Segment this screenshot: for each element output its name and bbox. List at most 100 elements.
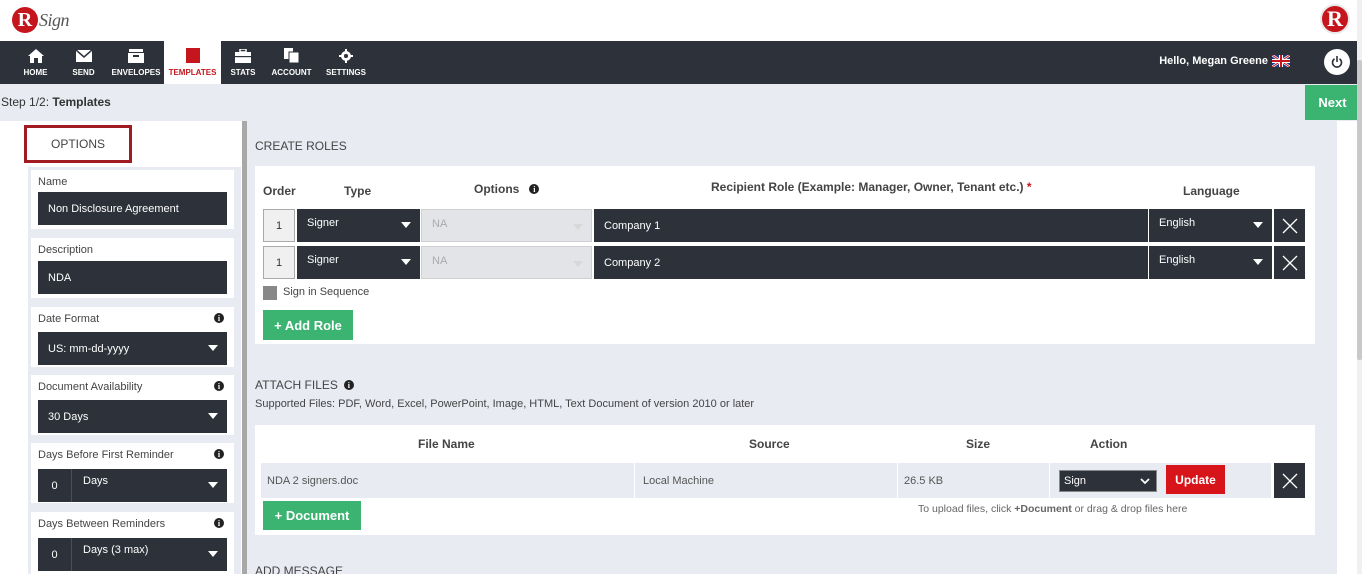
description-input[interactable]: NDA — [38, 261, 227, 294]
logout-power-icon[interactable] — [1324, 49, 1350, 75]
copy-icon — [284, 48, 299, 63]
first-reminder-unit: Days — [83, 475, 109, 487]
role-language-select[interactable]: English — [1149, 209, 1272, 242]
upload-hint: To upload files, click +Document or drag… — [918, 503, 1187, 515]
create-roles-title: CREATE ROLES — [255, 139, 347, 153]
upload-hint-post: or drag & drop files here — [1071, 503, 1188, 515]
logo-sign-text: Sign — [39, 9, 70, 30]
nav-envelopes[interactable]: ENVELOPES — [108, 41, 164, 84]
options-panel: OPTIONS Name Non Disclosure Agreement De… — [24, 121, 241, 574]
file-action-select[interactable]: Sign — [1059, 470, 1157, 492]
th-options-label: Options — [474, 182, 520, 196]
nav-stats[interactable]: STATS — [221, 41, 265, 84]
caret-down-icon — [208, 345, 218, 351]
nav-send[interactable]: SEND — [59, 41, 108, 84]
add-message-title: ADD MESSAGE — [255, 564, 344, 574]
chevron-down-icon — [1140, 478, 1150, 485]
info-icon[interactable]: i — [214, 449, 224, 459]
rsign-logo[interactable]: R Sign — [12, 3, 70, 37]
between-reminders-number[interactable]: 0 — [38, 538, 72, 571]
role-option-value: NA — [432, 255, 448, 267]
nav-settings[interactable]: SETTINGS — [318, 41, 374, 84]
required-asterisk: * — [1026, 180, 1032, 194]
step-bar: Step 1/2: Templates Next — [0, 84, 1362, 121]
role-order-input[interactable]: 1 — [263, 246, 295, 279]
update-file-button[interactable]: Update — [1166, 465, 1225, 494]
add-document-button[interactable]: + Document — [263, 501, 361, 530]
caret-down-icon — [208, 551, 218, 557]
nav-templates[interactable]: TEMPLATES — [164, 41, 221, 84]
top-bar: R Sign R — [0, 0, 1362, 41]
gear-icon — [339, 48, 353, 63]
close-icon — [1282, 473, 1297, 488]
remove-role-button[interactable] — [1274, 246, 1305, 279]
user-greeting[interactable]: Hello, Megan Greene — [1159, 54, 1291, 68]
between-reminders-control[interactable]: 0 Days (3 max) — [38, 538, 227, 571]
nav-settings-label: SETTINGS — [325, 68, 366, 77]
role-language-value: English — [1159, 217, 1196, 229]
role-option-select[interactable]: NA — [421, 246, 592, 279]
role-language-select[interactable]: English — [1149, 246, 1272, 279]
upload-hint-pre: To upload files, click — [918, 503, 1015, 515]
first-reminder-field: Days Before First Reminder i 0 Days — [31, 443, 234, 503]
caret-down-icon — [401, 259, 411, 265]
upload-hint-bold: +Document — [1014, 503, 1072, 515]
remove-file-button[interactable] — [1274, 463, 1305, 498]
file-source-cell: Local Machine — [637, 463, 898, 498]
nav-envelopes-label: ENVELOPES — [111, 68, 161, 77]
description-field: Description NDA — [31, 238, 234, 298]
nav-home[interactable]: HOME — [12, 41, 59, 84]
nav-stats-label: STATS — [230, 68, 256, 77]
file-size-cell: 26.5 KB — [898, 463, 1050, 498]
envelope-icon — [75, 48, 92, 63]
role-order-input[interactable]: 1 — [263, 209, 295, 242]
nav-account[interactable]: ACCOUNT — [265, 41, 318, 84]
role-name-input[interactable]: Company 2 — [594, 246, 1148, 279]
availability-select[interactable]: 30 Days — [38, 400, 227, 433]
first-reminder-control[interactable]: 0 Days — [38, 469, 227, 502]
caret-down-icon — [401, 222, 411, 228]
th-source: Source — [749, 437, 790, 451]
close-icon — [1282, 218, 1297, 233]
options-header: OPTIONS — [24, 121, 241, 167]
info-icon[interactable]: i — [529, 184, 540, 194]
role-type-select[interactable]: Signer — [297, 209, 420, 242]
info-icon[interactable]: i — [214, 518, 224, 528]
th-options: Options i — [474, 182, 540, 196]
first-reminder-number[interactable]: 0 — [38, 469, 72, 502]
date-format-value: US: mm-dd-yyyy — [48, 342, 130, 355]
between-reminders-label: Days Between Reminders — [38, 518, 166, 530]
logo-r-badge: R — [12, 7, 38, 33]
inbox-icon — [128, 48, 144, 63]
next-button[interactable]: Next — [1305, 85, 1360, 120]
role-type-select[interactable]: Signer — [297, 246, 420, 279]
info-icon[interactable]: i — [214, 313, 224, 323]
close-icon — [1282, 255, 1297, 270]
role-type-value: Signer — [307, 254, 339, 266]
caret-down-icon — [208, 413, 218, 419]
file-row: NDA 2 signers.doc Local Machine 26.5 KB … — [261, 463, 1271, 498]
options-tab[interactable]: OPTIONS — [24, 125, 132, 163]
th-type: Type — [344, 184, 372, 198]
name-input[interactable]: Non Disclosure Agreement — [38, 192, 227, 225]
role-name-input[interactable]: Company 1 — [594, 209, 1148, 242]
uk-flag-icon[interactable] — [1271, 54, 1291, 68]
page-scrollbar-thumb[interactable] — [1357, 60, 1362, 360]
remove-role-button[interactable] — [1274, 209, 1305, 242]
main-panel: CREATE ROLES Order Type Options i Recipi… — [247, 121, 1337, 574]
step-title: Templates — [52, 95, 111, 109]
th-action: Action — [1090, 437, 1128, 451]
file-action-value: Sign — [1064, 475, 1087, 487]
add-role-button[interactable]: + Add Role — [263, 310, 353, 340]
sign-in-sequence-checkbox[interactable] — [263, 286, 277, 300]
roles-card: Order Type Options i Recipient Role (Exa… — [255, 166, 1315, 344]
availability-value: 30 Days — [48, 410, 89, 423]
first-reminder-label: Days Before First Reminder — [38, 449, 174, 461]
role-option-select[interactable]: NA — [421, 209, 592, 242]
nav-templates-label: TEMPLATES — [168, 68, 217, 77]
info-icon[interactable]: i — [214, 381, 224, 391]
th-order: Order — [263, 184, 296, 198]
date-format-select[interactable]: US: mm-dd-yyyy — [38, 332, 227, 365]
info-icon[interactable]: i — [343, 380, 354, 390]
sign-in-sequence-label: Sign in Sequence — [283, 286, 370, 298]
